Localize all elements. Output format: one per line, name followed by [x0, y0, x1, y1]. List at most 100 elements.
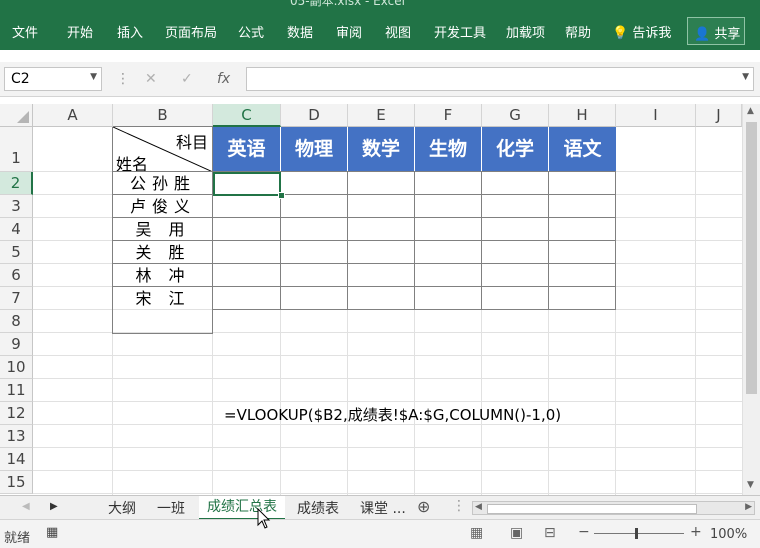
fill-handle[interactable] — [278, 192, 285, 199]
table-border — [548, 172, 549, 310]
chevron-down-icon[interactable]: ▼ — [90, 72, 97, 82]
col-header-d[interactable]: D — [281, 104, 348, 127]
chevron-down-icon[interactable]: ▼ — [742, 72, 749, 82]
row-header-8[interactable]: 8 — [0, 310, 33, 333]
table-border — [113, 333, 213, 334]
tab-help[interactable]: 帮助 — [565, 22, 591, 41]
scroll-left-icon[interactable]: ◀ — [475, 502, 482, 512]
name-cell[interactable]: 关 胜 — [113, 241, 213, 264]
tab-file[interactable]: 文件 — [12, 22, 38, 41]
table-border — [212, 127, 213, 334]
row-header-6[interactable]: 6 — [0, 264, 33, 287]
row-header-9[interactable]: 9 — [0, 333, 33, 356]
horizontal-scrollbar[interactable]: ◀ ▶ — [472, 501, 755, 515]
ribbon: 05-副本.xlsx - Excel 文件 开始 插入 页面布局 公式 数据 审… — [0, 0, 760, 50]
table-border — [414, 172, 415, 310]
row-header-14[interactable]: 14 — [0, 448, 33, 471]
table-border — [347, 172, 348, 310]
col-header-f[interactable]: F — [415, 104, 482, 127]
col-header-e[interactable]: E — [348, 104, 415, 127]
col-header-a[interactable]: A — [33, 104, 113, 127]
name-cell[interactable]: 林 冲 — [113, 264, 213, 287]
horizontal-scroll-thumb[interactable] — [487, 504, 697, 514]
gridline — [33, 378, 742, 379]
insert-function-icon[interactable]: fx — [217, 71, 230, 87]
row-header-11[interactable]: 11 — [0, 379, 33, 402]
page-break-view-icon[interactable]: ⊟ — [544, 525, 556, 541]
tab-review[interactable]: 审阅 — [336, 22, 362, 41]
row-header-1[interactable]: 1 — [0, 127, 33, 172]
col-header-c[interactable]: C — [213, 104, 281, 127]
zoom-level[interactable]: 100% — [710, 527, 747, 542]
tab-insert[interactable]: 插入 — [117, 22, 143, 41]
row-header-10[interactable]: 10 — [0, 356, 33, 379]
worksheet-grid[interactable]: A B C D E F G H I J 1 2 3 4 5 6 7 8 9 10… — [0, 104, 760, 495]
col-header-h[interactable]: H — [549, 104, 616, 127]
tell-me-box[interactable]: 💡 告诉我 — [612, 22, 671, 41]
tab-page-layout[interactable]: 页面布局 — [165, 22, 217, 41]
scroll-up-icon[interactable]: ▲ — [747, 106, 754, 116]
row-header-2[interactable]: 2 — [0, 172, 33, 195]
subject-header-cell[interactable]: 英语 — [213, 127, 281, 172]
zoom-slider-thumb[interactable] — [635, 528, 638, 539]
row-header-12[interactable]: 12 — [0, 402, 33, 425]
row-header-4[interactable]: 4 — [0, 218, 33, 241]
tab-data[interactable]: 数据 — [287, 22, 313, 41]
col-header-b[interactable]: B — [113, 104, 213, 127]
active-cell-c2[interactable] — [213, 172, 281, 196]
window-title: 05-副本.xlsx - Excel — [290, 0, 405, 8]
subject-header-cell[interactable]: 数学 — [348, 127, 415, 172]
vertical-scrollbar[interactable]: ▲ ▼ — [742, 104, 760, 495]
gridline — [33, 493, 742, 494]
subject-header-cell[interactable]: 物理 — [281, 127, 348, 172]
sheet-tab-summary[interactable]: 成绩汇总表 — [199, 496, 285, 521]
add-sheet-icon[interactable]: ⊕ — [417, 497, 430, 516]
sheet-tab-outline[interactable]: 大纲 — [108, 498, 136, 518]
vertical-scroll-thumb[interactable] — [746, 122, 757, 394]
sheet-tab-scores[interactable]: 成绩表 — [297, 498, 339, 518]
subject-header-cell[interactable]: 语文 — [549, 127, 616, 172]
tab-formulas[interactable]: 公式 — [238, 22, 264, 41]
lightbulb-icon: 💡 — [612, 26, 629, 41]
row-header-15[interactable]: 15 — [0, 471, 33, 494]
select-all-button[interactable] — [0, 104, 33, 127]
scroll-right-icon[interactable]: ▶ — [745, 502, 752, 512]
cancel-icon[interactable]: ✕ — [145, 71, 157, 87]
tab-home[interactable]: 开始 — [67, 22, 93, 41]
subject-header-cell[interactable]: 生物 — [415, 127, 482, 172]
col-header-j[interactable]: J — [696, 104, 742, 127]
row-header-13[interactable]: 13 — [0, 425, 33, 448]
row-header-7[interactable]: 7 — [0, 287, 33, 310]
enter-icon[interactable]: ✓ — [181, 71, 193, 87]
normal-view-icon[interactable]: ▦ — [470, 525, 483, 541]
next-sheet-icon[interactable]: ▶ — [50, 501, 58, 512]
sheet-tab-classroom[interactable]: 课堂 ... — [360, 498, 406, 518]
macro-record-icon[interactable]: ▦ — [46, 525, 58, 540]
tab-view[interactable]: 视图 — [385, 22, 411, 41]
gridline — [33, 355, 742, 356]
zoom-out-icon[interactable]: − — [578, 524, 590, 540]
sheet-tab-class1[interactable]: 一班 — [157, 498, 185, 518]
share-button[interactable]: 👤 共享 — [687, 17, 745, 45]
col-header-g[interactable]: G — [482, 104, 549, 127]
zoom-slider[interactable] — [594, 533, 684, 534]
status-bar: 就绪 ▦ ▦ ▣ ⊟ − + 100% — [0, 519, 760, 548]
name-cell[interactable]: 吴 用 — [113, 218, 213, 241]
zoom-in-icon[interactable]: + — [690, 524, 702, 540]
name-box[interactable]: C2 ▼ — [4, 67, 102, 91]
tab-addins[interactable]: 加载项 — [506, 22, 545, 41]
formula-input[interactable]: ▼ — [246, 67, 754, 91]
prev-sheet-icon[interactable]: ◀ — [22, 501, 30, 512]
name-cell[interactable]: 卢俊义 — [113, 195, 213, 218]
row-header-3[interactable]: 3 — [0, 195, 33, 218]
page-layout-view-icon[interactable]: ▣ — [510, 525, 523, 541]
name-cell[interactable]: 宋 江 — [113, 287, 213, 310]
row-header-5[interactable]: 5 — [0, 241, 33, 264]
gridline — [695, 127, 696, 495]
col-header-i[interactable]: I — [616, 104, 696, 127]
subject-header-cell[interactable]: 化学 — [482, 127, 549, 172]
scroll-down-icon[interactable]: ▼ — [747, 480, 754, 490]
tab-developer[interactable]: 开发工具 — [434, 22, 486, 41]
table-border — [113, 194, 616, 195]
name-cell[interactable]: 公孙胜 — [113, 172, 213, 195]
